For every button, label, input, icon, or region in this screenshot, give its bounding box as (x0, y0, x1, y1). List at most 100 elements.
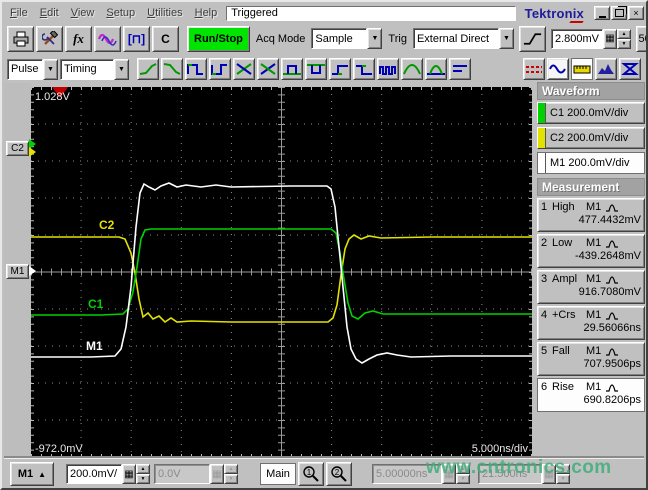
spin-up-button[interactable]: ▲ (136, 464, 150, 474)
rising-edge-icon (523, 32, 542, 45)
measurement-1-high[interactable]: 1 High M1 477.4432mV (537, 198, 645, 232)
keypad-icon[interactable]: ▦ (122, 464, 136, 484)
zoom2-button[interactable]: 2 (326, 462, 352, 486)
svg-text:2: 2 (335, 468, 340, 477)
print-button[interactable] (7, 25, 34, 52)
spin-down-button[interactable]: ▼ (616, 38, 631, 49)
acq-mode-select[interactable]: Sample ▼ (311, 28, 383, 49)
measure-pos-peak-button[interactable] (401, 58, 423, 80)
measure-flat-top-button[interactable] (449, 58, 471, 80)
vertical-channel-select[interactable]: M1 ▲ (10, 462, 54, 486)
meas-value: 29.56066ns (583, 322, 642, 334)
meas-value: -439.2648mV (574, 250, 641, 262)
keypad-icon[interactable]: ▦ (602, 28, 617, 49)
pos-pulse-icon (283, 65, 301, 75)
channel-c2-button[interactable]: C2 200.0mV/div (537, 127, 645, 149)
menu-view[interactable]: View (65, 5, 101, 21)
c-button[interactable]: C (152, 25, 179, 52)
horizontal-scale-field: 5.00000ns (372, 464, 442, 484)
chevron-down-icon[interactable]: ▼ (367, 28, 383, 49)
main-timebase-button[interactable]: Main (260, 463, 296, 485)
mask-mode-button[interactable] (619, 58, 641, 80)
restore-button[interactable] (611, 6, 627, 20)
measure-fall-time-button[interactable] (161, 58, 183, 80)
waveform-display-button[interactable] (94, 25, 121, 52)
measure-pos-pulse-button[interactable] (281, 58, 303, 80)
measure-fall-step-button[interactable] (353, 58, 375, 80)
spin-down-button: ▼ (224, 474, 238, 484)
tools-icon (41, 30, 58, 45)
chevron-down-icon[interactable]: ▼ (43, 58, 58, 80)
vertical-scale-field[interactable]: 200.0mV/ (66, 464, 122, 484)
measure-peak2-button[interactable] (425, 58, 447, 80)
subcategory-value: Timing (60, 58, 114, 80)
trig-level-spinner: 2.800mV ▦ ▲ ▼ (550, 28, 631, 50)
meas-value: 916.7080mV (578, 286, 641, 298)
trig-slope-button[interactable] (518, 25, 546, 52)
measure-rise-step-button[interactable] (329, 58, 351, 80)
meas-num: 5 (541, 345, 548, 357)
fall-step-icon (356, 65, 372, 75)
measure-burst-button[interactable] (377, 58, 399, 80)
chevron-down-icon[interactable]: ▼ (114, 58, 129, 80)
measure-rise-cross-button[interactable] (233, 58, 255, 80)
menu-help[interactable]: Help (189, 5, 224, 21)
main-toolbar: fx [⊓] C Run/Stop Acq Mode Sample ▼ Trig… (4, 22, 646, 55)
mask-icon (621, 63, 639, 75)
measure-rise-time-button[interactable] (137, 58, 159, 80)
trig-level-field[interactable]: 2.800mV (550, 28, 603, 49)
channel-c1-button[interactable]: C1 200.0mV/div (537, 102, 645, 124)
math-fx-button[interactable]: fx (65, 25, 92, 52)
channel-m1-button[interactable]: M1 200.0mV/div (537, 152, 645, 174)
measurement-toolbar: Pulse ▼ Timing ▼ (4, 55, 644, 83)
meas-num: 3 (541, 273, 548, 285)
c1-scale-label: C1 200.0mV/div (550, 107, 629, 119)
trig-source-select[interactable]: External Direct ▼ (412, 28, 514, 49)
oscilloscope-window: File Edit View Setup Utilities Help Trig… (0, 0, 648, 490)
trig-50pct-button[interactable]: 50% (635, 25, 646, 52)
meas-num: 6 (541, 381, 548, 393)
menu-setup[interactable]: Setup (100, 5, 141, 21)
cursors-button[interactable] (523, 58, 545, 80)
c2-channel-marker[interactable]: C2 (6, 141, 29, 156)
measure-neg-width-button[interactable] (209, 58, 231, 80)
spin-up-button[interactable]: ▲ (616, 28, 631, 39)
measurement-5-fall[interactable]: 5 Fall M1 707.9506ps (537, 342, 645, 376)
trace-label-m1: M1 (86, 339, 103, 353)
close-icon: × (633, 7, 639, 18)
subcategory-select[interactable]: Timing ▼ (60, 58, 129, 80)
measure-mode-button[interactable] (571, 58, 593, 80)
measurement-2-low[interactable]: 2 Low M1 -439.2648mV (537, 234, 645, 268)
tools-button[interactable] (36, 25, 63, 52)
category-select[interactable]: Pulse ▼ (7, 58, 58, 80)
menu-utilities[interactable]: Utilities (141, 5, 188, 21)
measure-pos-width-button[interactable] (185, 58, 207, 80)
ruler-icon (573, 65, 591, 74)
chevron-down-icon[interactable]: ▼ (498, 28, 514, 49)
pulse-window-button[interactable]: [⊓] (123, 25, 150, 52)
measurement-3-ampl[interactable]: 3 Ampl M1 916.7080mV (537, 270, 645, 304)
menu-file[interactable]: File (4, 5, 34, 21)
zoom1-button[interactable]: 1 (298, 462, 324, 486)
close-button[interactable]: × (628, 6, 644, 20)
measurement-6-rise[interactable]: 6 Rise M1 690.8206ps (537, 378, 645, 412)
c2-reference-arrow-icon (29, 147, 36, 157)
menu-edit[interactable]: Edit (34, 5, 65, 21)
burst-icon (379, 66, 396, 75)
meas-source: M1 (586, 201, 602, 213)
minimize-button[interactable] (594, 6, 610, 20)
rise-step-icon (332, 65, 348, 75)
run-stop-button[interactable]: Run/Stop (187, 25, 250, 52)
histogram-icon (598, 64, 614, 74)
vertical-scale-spinner: 200.0mV/ ▦ ▲ ▼ (66, 463, 150, 485)
histogram-mode-button[interactable] (595, 58, 617, 80)
m1-channel-marker[interactable]: M1 (6, 264, 29, 279)
fx-icon: fx (73, 30, 84, 46)
waveform-mode-button[interactable] (547, 58, 569, 80)
measure-fall-cross-button[interactable] (257, 58, 279, 80)
meas-name: Rise (552, 381, 575, 393)
spin-up-button: ▲ (456, 464, 470, 474)
measurement-4-pos-crossing[interactable]: 4 +Crs M1 29.56066ns (537, 306, 645, 340)
spin-down-button[interactable]: ▼ (136, 474, 150, 484)
measure-neg-pulse-button[interactable] (305, 58, 327, 80)
